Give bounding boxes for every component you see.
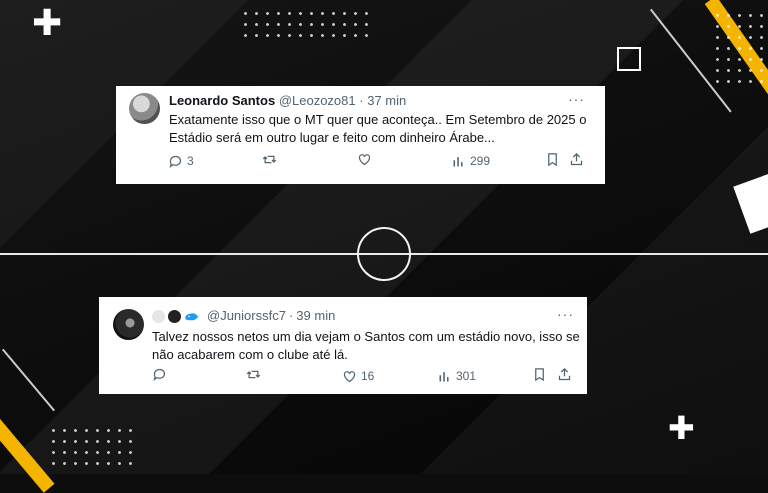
dot-grid-right <box>712 10 768 90</box>
author-handle[interactable]: @Juniorssfc7 <box>207 307 286 325</box>
retweet-icon <box>262 155 277 164</box>
bookmark-icon <box>548 153 557 167</box>
bookmark-button[interactable] <box>532 367 547 382</box>
reply-icon <box>169 155 182 168</box>
views-icon <box>439 371 449 381</box>
reply-button[interactable] <box>152 367 167 382</box>
tweet-text-line: Talvez nossos netos um dia vejam o Santo… <box>152 329 580 344</box>
views-count: 299 <box>470 154 491 168</box>
tweet-text-line: não acabarem com o clube até lá. <box>152 347 348 362</box>
share-button[interactable] <box>557 367 572 382</box>
whale-emoji-icon <box>185 312 199 320</box>
plus-icon: ✚ <box>668 409 695 447</box>
timestamp[interactable]: 37 min <box>367 93 406 108</box>
avatar[interactable] <box>129 93 160 124</box>
author-name[interactable]: Leonardo Santos <box>169 93 275 108</box>
reply-count: 3 <box>187 154 194 168</box>
reply-icon <box>153 368 166 382</box>
views-icon <box>453 156 463 166</box>
separator: · <box>288 308 294 323</box>
tweet-text: Exatamente isso que o MT quer que aconte… <box>169 111 599 147</box>
bookmark-icon <box>535 368 544 382</box>
like-button[interactable]: 16 <box>342 367 374 385</box>
retweet-button[interactable] <box>246 367 261 382</box>
avatar[interactable] <box>113 309 144 340</box>
tweet-text: Talvez nossos netos um dia vejam o Santo… <box>152 328 582 364</box>
author-handle[interactable]: @Leozozo81 <box>279 93 356 108</box>
bookmark-button[interactable] <box>545 152 560 167</box>
separator: · <box>359 93 364 108</box>
more-icon[interactable]: ··· <box>557 305 574 323</box>
views-button[interactable]: 299 <box>451 152 490 170</box>
like-icon <box>343 370 356 382</box>
dot-grid-top <box>240 8 375 42</box>
plus-icon: ✚ <box>32 3 63 44</box>
views-count: 301 <box>456 369 477 383</box>
more-icon[interactable]: ··· <box>568 90 585 108</box>
square-outline <box>617 47 641 71</box>
tweet-text-line: Exatamente isso que o MT quer que aconte… <box>169 112 587 127</box>
dot-grid-bottom-left <box>48 425 138 467</box>
tweet-card[interactable]: @Juniorssfc7 · 39 min ··· Talvez nossos … <box>99 297 587 394</box>
reply-button[interactable]: 3 <box>168 152 194 170</box>
retweet-button[interactable] <box>262 152 277 167</box>
share-button[interactable] <box>569 152 584 167</box>
like-count: 16 <box>361 369 375 383</box>
share-icon <box>558 367 571 381</box>
tweet-text-line: Estádio será em outro lugar e feito com … <box>169 130 495 145</box>
tweet-card[interactable]: Leonardo Santos @Leozozo81 · 37 min ··· … <box>116 86 605 184</box>
emoji-black-circle-icon <box>168 309 181 323</box>
share-icon <box>570 152 583 166</box>
emoji-white-circle-icon <box>152 309 165 323</box>
field-center-circle <box>357 227 411 281</box>
views-button[interactable]: 301 <box>437 367 476 385</box>
retweet-icon <box>246 370 261 379</box>
like-button[interactable] <box>357 152 372 167</box>
like-icon <box>358 154 371 166</box>
timestamp[interactable]: 39 min <box>296 307 335 325</box>
